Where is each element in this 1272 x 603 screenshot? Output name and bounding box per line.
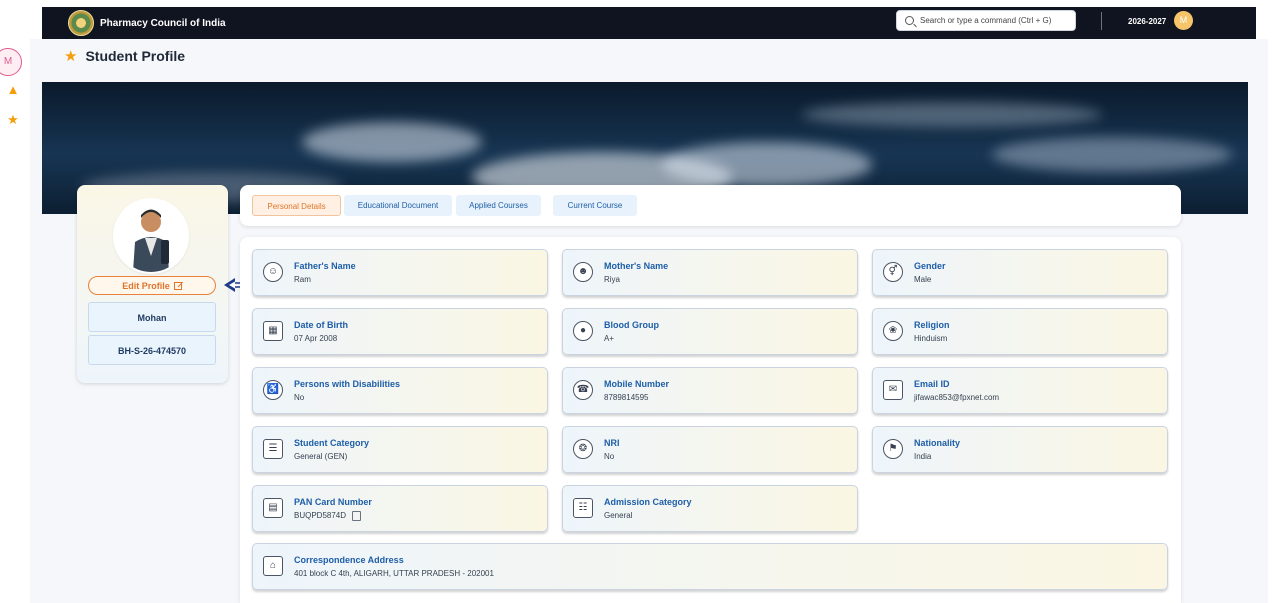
tab-applied-courses[interactable]: Applied Courses (456, 195, 541, 216)
student-name: Mohan (88, 302, 216, 332)
field-value: A+ (604, 334, 615, 343)
edit-icon (173, 281, 182, 290)
tab-bar: Personal Details Educational Document Ap… (240, 185, 1181, 226)
gender-icon: ⚥ (883, 262, 903, 282)
field-nationality: ⚑ Nationality India (872, 426, 1168, 473)
student-photo (115, 200, 187, 272)
field-label: Mother's Name (604, 261, 669, 271)
profile-card: Edit Profile Mohan BH-S-26-474570 (77, 185, 228, 383)
tab-personal-details[interactable]: Personal Details (252, 195, 341, 216)
field-label: Religion (914, 320, 950, 330)
field-label: Nationality (914, 438, 961, 448)
globe-icon: ❂ (573, 439, 593, 459)
field-value: 401 block C 4th, ALIGARH, UTTAR PRADESH … (294, 569, 494, 578)
field-value: India (914, 452, 932, 461)
field-value: General (GEN) (294, 452, 348, 461)
female-person-icon: ☻ (573, 262, 593, 282)
header-divider (1101, 12, 1102, 30)
search-placeholder: Search or type a command (Ctrl + G) (920, 16, 1052, 25)
field-value: Ram (294, 275, 311, 284)
home-icon[interactable]: ▲ (6, 83, 20, 97)
field-label: Blood Group (604, 320, 659, 330)
field-value: 07 Apr 2008 (294, 334, 338, 343)
field-label: Mobile Number (604, 379, 670, 389)
field-label: Gender (914, 261, 946, 271)
field-value: General (604, 511, 633, 520)
field-value: jifawac853@fpxnet.com (914, 393, 1000, 402)
field-label: Student Category (294, 438, 370, 448)
edit-profile-label: Edit Profile (122, 280, 170, 291)
field-value: Hinduism (914, 334, 948, 343)
field-mothers-name: ☻ Mother's Name Riya (562, 249, 858, 296)
field-label: NRI (604, 438, 620, 448)
blood-drop-icon: ● (573, 321, 593, 341)
field-disabilities: ♿ Persons with Disabilities No (252, 367, 548, 414)
field-religion: ❀ Religion Hinduism (872, 308, 1168, 355)
field-date-of-birth: ▦ Date of Birth 07 Apr 2008 (252, 308, 548, 355)
calendar-icon: ▦ (263, 321, 283, 341)
person-icon: ☺ (263, 262, 283, 282)
field-admission-category: ☷ Admission Category General (562, 485, 858, 532)
left-rail: M ▲ ★ (0, 39, 30, 603)
field-label: Persons with Disabilities (294, 379, 401, 389)
category-icon: ☰ (263, 439, 283, 459)
admission-icon: ☷ (573, 498, 593, 518)
flag-icon: ⚑ (883, 439, 903, 459)
field-value: Male (914, 275, 932, 284)
id-card-icon: ▤ (263, 498, 283, 518)
top-header: Pharmacy Council of India Search or type… (0, 0, 1272, 39)
field-value: BUQPD5874D (294, 511, 362, 521)
field-value: 8789814595 (604, 393, 649, 402)
phone-icon: ☎ (573, 380, 593, 400)
field-label: Correspondence Address (294, 555, 404, 565)
student-id: BH-S-26-474570 (88, 335, 216, 365)
field-nri: ❂ NRI No (562, 426, 858, 473)
field-label: Date of Birth (294, 320, 348, 330)
tab-educational-document[interactable]: Educational Document (344, 195, 452, 216)
field-mobile-number: ☎ Mobile Number 8789814595 (562, 367, 858, 414)
edit-profile-button[interactable]: Edit Profile (88, 276, 216, 295)
field-student-category: ☰ Student Category General (GEN) (252, 426, 548, 473)
user-avatar[interactable]: M (1174, 11, 1193, 30)
wheelchair-icon: ♿ (263, 380, 283, 400)
field-pan-card-number: ▤ PAN Card Number BUQPD5874D (252, 485, 548, 532)
search-icon (905, 16, 914, 25)
field-fathers-name: ☺ Father's Name Ram (252, 249, 548, 296)
field-correspondence-address: ⌂ Correspondence Address 401 block C 4th… (252, 543, 1168, 590)
copy-icon[interactable] (352, 511, 362, 521)
page-title: Student Profile (85, 48, 186, 64)
personal-details-panel: ☺ Father's Name Ram ☻ Mother's Name Riya… (240, 237, 1181, 603)
search-input[interactable]: Search or type a command (Ctrl + G) (896, 10, 1076, 31)
user-download-icon[interactable]: ★ (6, 113, 20, 127)
page-header: ★ Student Profile (64, 47, 185, 65)
field-label: Email ID (914, 379, 950, 389)
field-label: Admission Category (604, 497, 692, 507)
email-icon: ✉ (883, 380, 903, 400)
academic-year[interactable]: 2026-2027 (1128, 17, 1166, 26)
field-gender: ⚥ Gender Male (872, 249, 1168, 296)
brand[interactable]: Pharmacy Council of India (68, 10, 226, 36)
religion-icon: ❀ (883, 321, 903, 341)
field-blood-group: ● Blood Group A+ (562, 308, 858, 355)
field-value: No (604, 452, 615, 461)
field-label: PAN Card Number (294, 497, 372, 507)
field-label: Father's Name (294, 261, 356, 271)
rail-avatar[interactable]: M (0, 48, 22, 76)
tab-current-course[interactable]: Current Course (553, 195, 637, 216)
field-email-id: ✉ Email ID jifawac853@fpxnet.com (872, 367, 1168, 414)
pan-value: BUQPD5874D (294, 511, 347, 521)
address-icon: ⌂ (263, 556, 283, 576)
field-value: No (294, 393, 305, 402)
council-logo-icon (68, 10, 94, 36)
brand-name: Pharmacy Council of India (100, 17, 226, 29)
star-icon: ★ (64, 48, 78, 65)
field-value: Riya (604, 275, 621, 284)
